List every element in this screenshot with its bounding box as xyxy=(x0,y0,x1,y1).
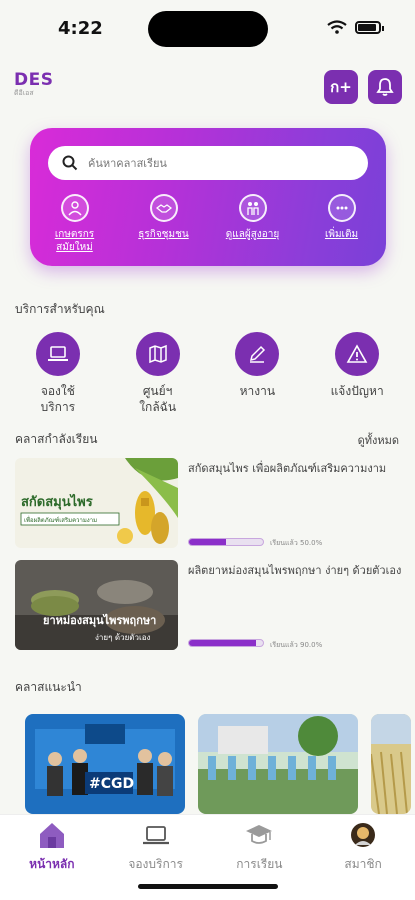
course-progress-text: เรียนแล้ว 90.0% xyxy=(270,641,323,649)
course-progress-fill xyxy=(189,640,256,646)
home-indicator xyxy=(138,884,278,889)
map-icon xyxy=(135,332,180,376)
tab-label: จองบริการ xyxy=(128,857,183,871)
search-bar[interactable] xyxy=(48,146,368,180)
search-icon xyxy=(62,155,78,171)
elderly-icon xyxy=(238,194,267,222)
add-button[interactable]: ก+ xyxy=(324,70,358,104)
search-input[interactable] xyxy=(88,156,348,170)
avatar-icon xyxy=(351,823,376,847)
category-label: ธุรกิจชุมชน xyxy=(138,229,189,240)
dynamic-island xyxy=(148,11,268,47)
status-icons xyxy=(327,20,384,34)
tab-label: หน้าหลัก xyxy=(29,857,75,871)
thumb-title: ยาหม่องสมุนไพรพฤกษา xyxy=(43,613,156,628)
handshake-icon xyxy=(149,194,178,222)
course-card[interactable]: สกัดสมุนไพร เพื่อผลิตภัณฑ์เสริมความงาม ส… xyxy=(15,458,405,548)
battery-icon xyxy=(355,20,384,34)
recommended-card[interactable] xyxy=(371,714,411,814)
course-progress-bar xyxy=(188,639,264,647)
app-header: DES ดีอีเอส ก+ xyxy=(0,66,415,110)
bell-icon xyxy=(376,78,394,96)
course-progress-bar xyxy=(188,538,264,546)
laptop-icon xyxy=(142,826,169,845)
graduation-cap-icon xyxy=(246,825,273,844)
tab-home[interactable]: หน้าหลัก xyxy=(7,821,97,900)
service-report-issue[interactable]: แจ้งปัญหา xyxy=(312,332,402,415)
course-title: สกัดสมุนไพร เพื่อผลิตภัณฑ์เสริมความงาม xyxy=(188,462,387,475)
service-label: แจ้งปัญหา xyxy=(330,384,384,398)
status-time: 4:22 xyxy=(58,18,103,39)
recommended-title: คลาสแนะนำ xyxy=(15,680,82,694)
recommended-card[interactable] xyxy=(198,714,358,814)
tab-label: สมาชิก xyxy=(344,857,382,871)
reco-banner-text: #CGD xyxy=(89,776,134,792)
course-title: ผลิตยาหม่องสมุนไพรพฤกษา ง่ายๆ ด้วยตัวเอง xyxy=(188,564,402,577)
category-label: เพิ่มเติม xyxy=(324,229,359,240)
course-card[interactable]: ยาหม่องสมุนไพรพฤกษา ง่ายๆ ด้วยตัวเอง ผลิ… xyxy=(15,560,405,650)
farmer-icon xyxy=(60,194,89,222)
see-all-link[interactable]: ดูทั้งหมด xyxy=(358,431,399,449)
category-elderly-care[interactable]: ดูแลผู้สูงอายุ xyxy=(213,194,293,254)
category-label: เกษตรกร สมัยใหม่ xyxy=(54,229,95,253)
status-bar: 4:22 xyxy=(0,0,415,52)
service-label: ศูนย์ฯ ใกล้ฉัน xyxy=(139,384,177,414)
category-label: ดูแลผู้สูงอายุ xyxy=(225,229,280,240)
service-find-job[interactable]: หางาน xyxy=(212,332,302,415)
hero-categories: เกษตรกร สมัยใหม่ ธุรกิจชุมชน ดูแลผู้สูงอ… xyxy=(30,194,386,254)
recommended-card[interactable]: #CGD xyxy=(25,714,185,814)
laptop-icon xyxy=(35,332,80,376)
tab-member[interactable]: สมาชิก xyxy=(318,821,408,900)
service-label: หางาน xyxy=(239,384,276,398)
category-community-business[interactable]: ธุรกิจชุมชน xyxy=(124,194,204,254)
services-grid: จองใช้ บริการ ศูนย์ฯ ใกล้ฉัน หางาน แจ้งป… xyxy=(0,332,415,415)
thumb-title: สกัดสมุนไพร xyxy=(21,493,93,510)
pen-icon xyxy=(235,332,280,376)
app-logo: DES ดีอีเอส xyxy=(14,70,53,99)
add-button-label: ก+ xyxy=(330,78,352,96)
current-classes-title: คลาสกำลังเรียน xyxy=(15,432,98,446)
more-icon xyxy=(327,194,356,222)
service-nearby-center[interactable]: ศูนย์ฯ ใกล้ฉัน xyxy=(113,332,203,415)
course-thumbnail: สกัดสมุนไพร เพื่อผลิตภัณฑ์เสริมความงาม xyxy=(15,458,178,548)
category-modern-farmer[interactable]: เกษตรกร สมัยใหม่ xyxy=(35,194,115,254)
thumb-subtitle: ง่ายๆ ด้วยตัวเอง xyxy=(95,633,151,642)
home-icon xyxy=(39,823,64,848)
warning-icon xyxy=(335,332,380,376)
notifications-button[interactable] xyxy=(368,70,402,104)
wifi-icon xyxy=(327,20,347,34)
logo-text: DES xyxy=(14,70,54,90)
services-title: บริการสำหรับคุณ xyxy=(15,302,105,316)
service-booking[interactable]: จองใช้ บริการ xyxy=(13,332,103,415)
course-progress-fill xyxy=(189,539,226,545)
hero-card: เกษตรกร สมัยใหม่ ธุรกิจชุมชน ดูแลผู้สูงอ… xyxy=(30,128,386,266)
course-thumbnail: ยาหม่องสมุนไพรพฤกษา ง่ายๆ ด้วยตัวเอง xyxy=(15,560,178,650)
thumb-subtitle: เพื่อผลิตภัณฑ์เสริมความงาม xyxy=(24,516,97,524)
category-more[interactable]: เพิ่มเติม xyxy=(302,194,382,254)
service-label: จองใช้ บริการ xyxy=(40,384,76,414)
course-progress-text: เรียนแล้ว 50.0% xyxy=(270,539,323,547)
tab-label: การเรียน xyxy=(236,857,283,871)
